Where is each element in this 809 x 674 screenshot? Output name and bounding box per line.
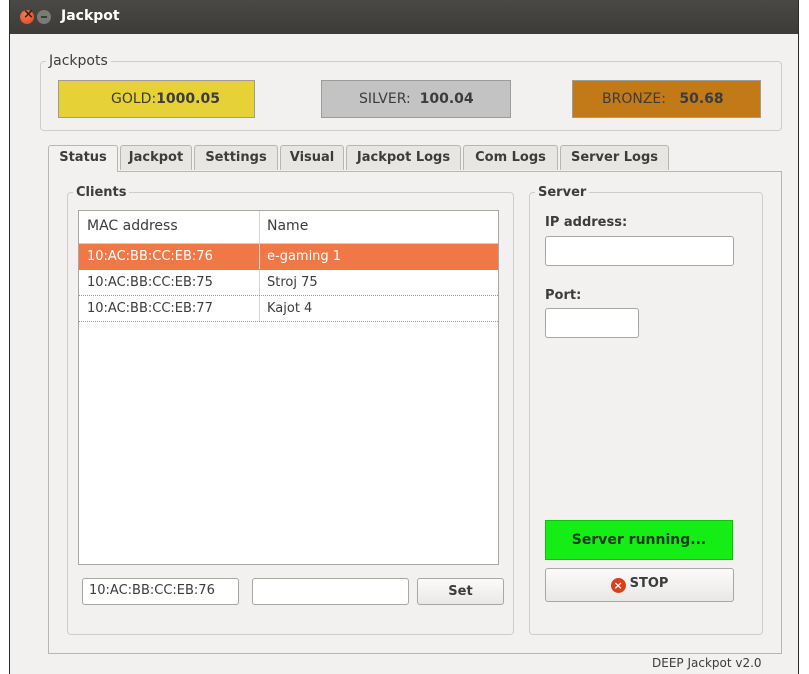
mac-address-input[interactable]: 10:AC:BB:CC:EB:76 <box>82 578 239 605</box>
port-input[interactable] <box>545 308 639 338</box>
row-mac: 10:AC:BB:CC:EB:77 <box>87 301 213 316</box>
port-label: Port: <box>545 288 582 303</box>
column-header-mac[interactable]: MAC address <box>87 218 178 234</box>
silver-label: SILVER: <box>359 91 411 107</box>
row-name: Kajot 4 <box>267 301 313 316</box>
set-button[interactable]: Set <box>417 578 504 605</box>
tab-server-logs[interactable]: Server Logs <box>560 145 669 170</box>
tab-jackpot[interactable]: Jackpot <box>120 145 192 170</box>
row-name: Stroj 75 <box>267 275 318 290</box>
tab-settings[interactable]: Settings <box>194 145 278 170</box>
row-name: e-gaming 1 <box>267 249 342 264</box>
table-row[interactable]: 10:AC:BB:CC:EB:76 e-gaming 1 <box>79 244 498 270</box>
bronze-jackpot-box: BRONZE: 50.68 <box>572 80 761 118</box>
tab-jackpot-logs[interactable]: Jackpot Logs <box>346 145 461 170</box>
gold-value: 1000.05 <box>156 91 220 107</box>
clients-table[interactable]: MAC address Name 10:AC:BB:CC:EB:76 e-gam… <box>78 210 499 565</box>
window-title: Jackpot <box>61 8 120 24</box>
title-bar: Jackpot <box>10 0 798 34</box>
server-status-indicator: Server running... <box>545 520 733 560</box>
row-mac: 10:AC:BB:CC:EB:76 <box>87 249 213 264</box>
ip-address-input[interactable] <box>545 236 734 266</box>
table-row[interactable]: 10:AC:BB:CC:EB:75 Stroj 75 <box>79 270 498 296</box>
tab-status[interactable]: Status <box>48 145 118 172</box>
gold-label: GOLD: <box>111 91 157 107</box>
close-window-icon[interactable] <box>20 7 34 24</box>
tab-visual[interactable]: Visual <box>280 145 344 170</box>
client-name-input[interactable] <box>252 578 409 605</box>
silver-jackpot-box: SILVER: 100.04 <box>321 80 511 118</box>
minimize-window-icon[interactable] <box>37 10 51 24</box>
server-legend: Server <box>538 185 587 200</box>
tab-com-logs[interactable]: Com Logs <box>463 145 558 170</box>
ip-address-label: IP address: <box>545 215 628 230</box>
silver-value: 100.04 <box>419 91 474 107</box>
stop-icon: × <box>610 578 626 593</box>
row-mac: 10:AC:BB:CC:EB:75 <box>87 275 213 290</box>
table-row[interactable]: 10:AC:BB:CC:EB:77 Kajot 4 <box>79 296 498 322</box>
stop-label: STOP <box>629 576 669 591</box>
jackpots-legend: Jackpots <box>49 53 108 69</box>
bronze-value: 50.68 <box>679 91 724 107</box>
table-header: MAC address Name <box>79 211 498 244</box>
version-label: DEEP Jackpot v2.0 <box>652 656 762 670</box>
clients-legend: Clients <box>76 185 127 200</box>
column-header-name[interactable]: Name <box>267 218 308 234</box>
stop-button[interactable]: × STOP <box>545 568 734 602</box>
gold-jackpot-box: GOLD:1000.05 <box>58 80 255 118</box>
bronze-label: BRONZE: <box>602 91 666 107</box>
